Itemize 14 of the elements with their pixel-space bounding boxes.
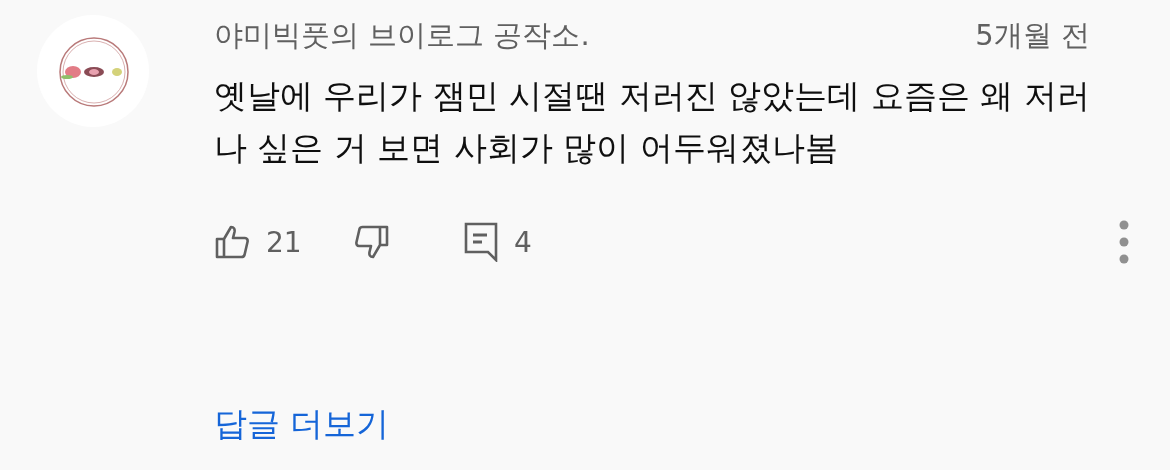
dislike-button[interactable] (354, 224, 390, 260)
thumbs-down-icon (354, 224, 390, 260)
more-replies-link[interactable]: 답글 더보기 (214, 402, 390, 447)
like-button[interactable] (214, 224, 250, 260)
comment-text: 옛날에 우리가 잼민 시절땐 저러진 않았는데 요즘은 왜 저러나 싶은 거 보면 사회가 많이 어두워졌나봄 (214, 75, 1090, 169)
author-name[interactable]: 야미빅풋의 브이로그 공작소. (214, 16, 590, 56)
timestamp: 5개월 전 (975, 17, 1090, 54)
comment-icon (464, 222, 498, 262)
more-options-button[interactable] (1118, 219, 1130, 265)
more-icon (1118, 219, 1130, 265)
like-count: 21 (266, 225, 302, 259)
reply-button[interactable] (464, 222, 498, 262)
reply-count: 4 (514, 225, 532, 259)
thumbs-up-icon (214, 224, 250, 260)
